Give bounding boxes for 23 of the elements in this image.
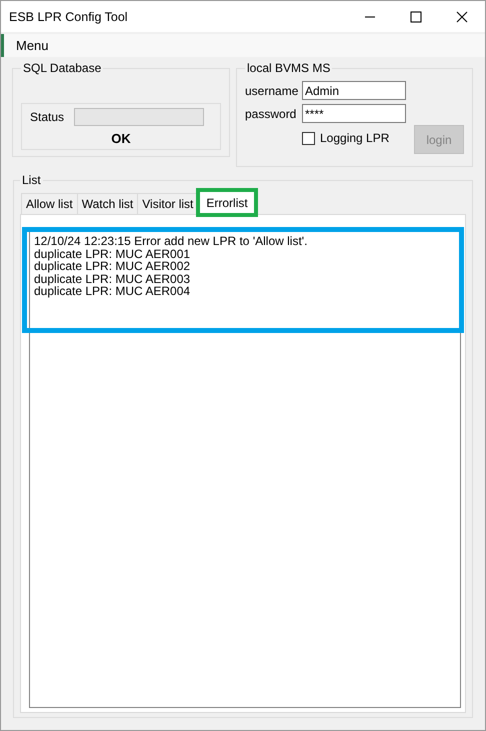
log-line: duplicate LPR: MUC AER002 xyxy=(34,260,192,272)
username-label: username xyxy=(245,84,300,98)
password-label: password xyxy=(245,106,298,120)
window-title: ESB LPR Config Tool xyxy=(9,10,128,24)
tab[interactable]: Visitor list xyxy=(137,193,198,214)
close-icon[interactable] xyxy=(456,10,468,22)
username-field[interactable]: Admin xyxy=(302,81,406,100)
group-title: SQL Database xyxy=(22,61,102,75)
menu-item[interactable]: Menu xyxy=(16,38,49,53)
tab[interactable]: Errorlist xyxy=(199,191,255,214)
log-line: duplicate LPR: MUC AER001 xyxy=(34,248,192,260)
log-line: duplicate LPR: MUC AER004 xyxy=(34,285,192,298)
group-title: local BVMS MS xyxy=(246,61,332,75)
tab[interactable]: Allow list xyxy=(21,193,78,214)
error-log-textbox[interactable]: 12/10/24 12:23:15 Error add new LPR to 'Allow list'. duplicate LPR: MUC AER001 duplicate LPR: MUC AER002 duplicate LPR: MUC AER003 duplicate LPR: MUC AER004 xyxy=(29,231,461,708)
log-line: 12/10/24 12:23:15 Error add new LPR to 'Allow list'. xyxy=(34,235,308,248)
logging-checkbox[interactable]: Logging LPR xyxy=(302,131,390,145)
maximize-icon[interactable] xyxy=(410,10,422,22)
group-title: List xyxy=(21,173,42,187)
status-result: OK xyxy=(111,131,131,146)
password-field[interactable]: **** xyxy=(302,104,406,123)
status-label: Status xyxy=(30,110,64,124)
log-line: duplicate LPR: MUC AER003 xyxy=(34,272,192,285)
